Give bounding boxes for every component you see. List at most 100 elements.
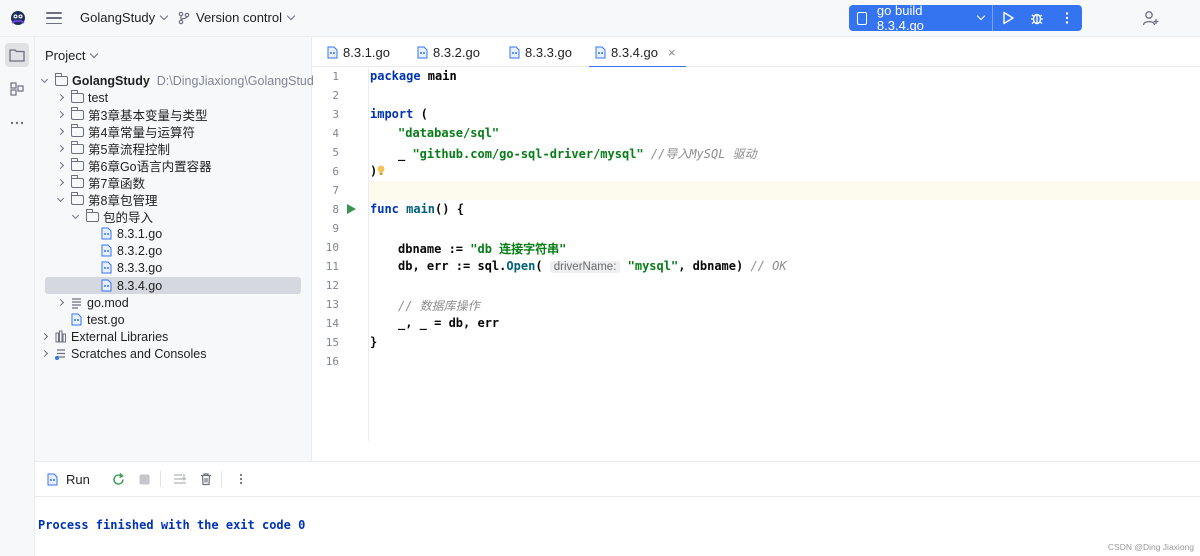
project-panel-title[interactable]: Project: [45, 48, 99, 63]
code-line-15: }: [370, 335, 378, 349]
project-tool-window: Project GolangStudy D:\DingJiaxiong\Gola…: [35, 37, 320, 461]
line-number: 14: [325, 317, 339, 330]
tree-item-label: go.mod: [87, 295, 129, 310]
line-number: 5: [332, 146, 339, 159]
project-name: GolangStudy: [80, 10, 156, 25]
tree-item-label: test.go: [87, 312, 125, 327]
run-tab[interactable]: Run: [47, 472, 90, 487]
folder-icon: [70, 175, 84, 188]
run-toolbar: Run: [35, 462, 1200, 497]
expand-toggle-icon[interactable]: [55, 194, 65, 205]
tree-item-file[interactable]: test.go: [65, 311, 125, 328]
folder-icon: [70, 124, 84, 137]
run-more-button[interactable]: [230, 468, 252, 490]
line-number: 15: [325, 336, 339, 349]
watermark: CSDN @Ding Jiaxiong: [1107, 542, 1194, 552]
expand-toggle-icon[interactable]: [39, 75, 49, 86]
debug-button[interactable]: [1023, 5, 1053, 31]
tree-item-folder[interactable]: test: [55, 89, 108, 106]
tree-item-folder[interactable]: 第5章流程控制: [55, 140, 170, 157]
restore-layout-button[interactable]: [169, 468, 191, 490]
stop-button[interactable]: [134, 468, 156, 490]
tree-item-label: Scratches and Consoles: [71, 346, 207, 361]
tree-item-folder[interactable]: 第3章基本变量与类型: [55, 106, 207, 123]
current-line-highlight: [369, 181, 1200, 200]
lightbulb-icon[interactable]: [377, 165, 385, 176]
tree-item-folder[interactable]: 包的导入: [70, 208, 153, 225]
rerun-button[interactable]: [108, 468, 130, 490]
tree-item-file[interactable]: 8.3.2.go: [95, 242, 162, 259]
go-file-icon: [47, 473, 58, 485]
clear-output-button[interactable]: [195, 468, 217, 490]
expand-toggle-icon[interactable]: [39, 349, 49, 359]
run-tab-label: Run: [66, 471, 90, 487]
tree-item-file[interactable]: 8.3.1.go: [95, 225, 162, 242]
expand-toggle-icon[interactable]: [55, 144, 65, 154]
run-button[interactable]: [993, 5, 1023, 31]
expand-toggle-icon[interactable]: [55, 298, 65, 308]
main-menu-icon[interactable]: [46, 10, 62, 26]
parameter-hint: driverName:: [549, 261, 621, 273]
go-file-config-icon: [857, 11, 867, 25]
line-number: 13: [325, 298, 339, 311]
folder-icon: [70, 192, 84, 205]
console-output[interactable]: Process finished with the exit code 0: [38, 518, 305, 532]
line-number: 7: [332, 184, 339, 197]
expand-toggle-icon[interactable]: [55, 127, 65, 137]
tree-item-label: External Libraries: [71, 329, 169, 344]
chevron-down-icon: [976, 11, 986, 21]
vcs-switcher[interactable]: Version control: [178, 10, 296, 25]
tree-item-folder[interactable]: 第8章包管理: [55, 191, 157, 208]
close-tab-icon[interactable]: ×: [668, 45, 676, 60]
code-line-13: // 数据库操作: [398, 299, 480, 313]
expand-toggle-icon[interactable]: [55, 110, 65, 120]
goland-logo-icon[interactable]: [9, 9, 27, 27]
expand-toggle-icon[interactable]: [39, 332, 49, 342]
tab-8-3-3[interactable]: 8.3.3.go: [503, 37, 572, 67]
trash-icon: [200, 473, 211, 486]
tree-item-label: 包的导入: [103, 211, 154, 225]
chevron-down-icon: [286, 11, 296, 20]
tree-item-folder[interactable]: 第4章常量与运算符: [55, 123, 195, 140]
tool-window-stripe: [0, 37, 35, 556]
code-line-14: _, _ = db, err: [398, 316, 500, 330]
tab-8-3-2[interactable]: 8.3.2.go: [411, 37, 480, 67]
expand-toggle-icon[interactable]: [55, 161, 65, 171]
go-file-icon: [101, 279, 112, 292]
code-line-10: dbname := "db 连接字符串": [398, 242, 567, 256]
run-tool-window: Run Process finished with the exit code …: [35, 461, 1200, 556]
line-number: 3: [332, 108, 339, 121]
scratches-icon: [55, 349, 65, 360]
tree-item-file[interactable]: 8.3.3.go: [95, 259, 162, 276]
code-line-5: _ "github.com/go-sql-driver/mysql" //导入M…: [398, 147, 757, 161]
run-config-selector[interactable]: go build 8.3.4.go: [877, 3, 972, 33]
folder-icon: [54, 73, 68, 86]
code-editor[interactable]: 1 2 3 4 5 6 7 8 9 10 11 12 13 14 15 16 p…: [313, 67, 1200, 461]
bug-icon: [1031, 13, 1044, 25]
tree-item-external-libraries[interactable]: External Libraries: [39, 328, 168, 345]
add-user-icon[interactable]: [1142, 9, 1160, 27]
line-number: 4: [332, 127, 339, 140]
tree-item-folder[interactable]: 第7章函数: [55, 174, 145, 191]
more-tool-windows-button[interactable]: [5, 111, 29, 135]
more-actions-button[interactable]: [1052, 5, 1082, 31]
tab-8-3-4[interactable]: 8.3.4.go ×: [589, 37, 686, 68]
expand-toggle-icon[interactable]: [70, 211, 80, 222]
structure-tool-button[interactable]: [5, 77, 29, 101]
project-switcher[interactable]: GolangStudy: [80, 10, 169, 25]
project-tool-button[interactable]: [5, 43, 29, 67]
expand-toggle-icon[interactable]: [55, 178, 65, 188]
go-file-icon: [71, 313, 82, 326]
branch-icon: [178, 11, 190, 24]
expand-toggle-icon[interactable]: [55, 93, 65, 103]
tree-item-file[interactable]: go.mod: [55, 294, 129, 311]
run-gutter-icon[interactable]: [346, 204, 356, 214]
tree-item-file-selected[interactable]: 8.3.4.go: [45, 277, 301, 294]
layout-icon: [173, 474, 187, 484]
go-file-icon: [417, 46, 428, 58]
tab-8-3-1[interactable]: 8.3.1.go: [321, 37, 390, 67]
tree-item-folder[interactable]: 第6章Go语言内置容器: [55, 157, 212, 174]
tree-item-scratches[interactable]: Scratches and Consoles: [39, 345, 207, 362]
tree-item-root[interactable]: GolangStudy D:\DingJiaxiong\GolangStudy: [39, 72, 320, 89]
go-file-icon: [595, 46, 606, 58]
